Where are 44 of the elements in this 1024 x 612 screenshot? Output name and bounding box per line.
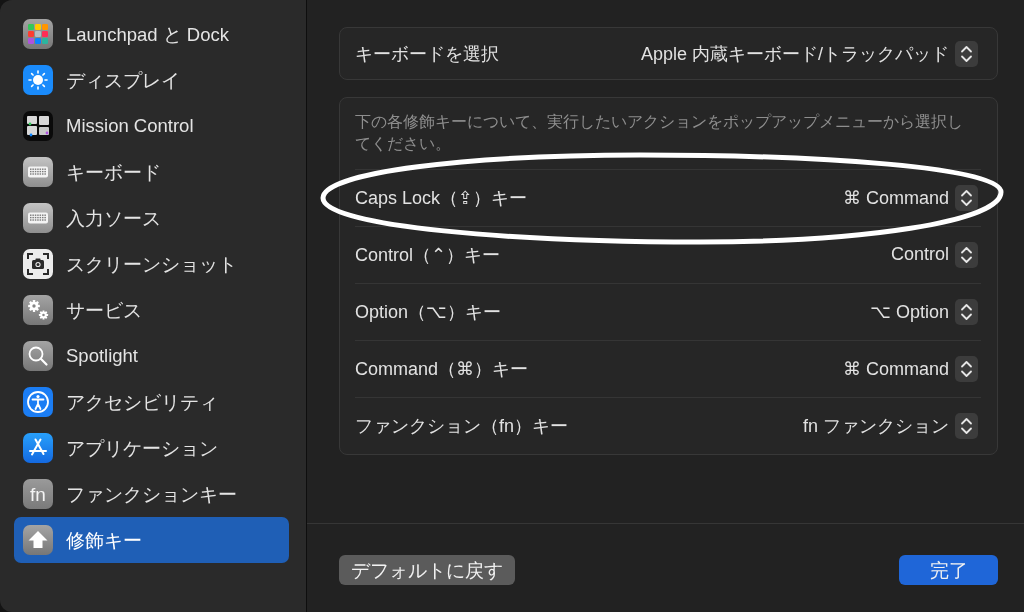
action-popup[interactable]: ⌥ Option [870, 298, 978, 325]
sidebar-item[interactable]: fn ファンクションキー [14, 471, 289, 517]
accessibility-icon [23, 387, 53, 417]
updown-chevron-icon [955, 40, 978, 67]
reset-button[interactable]: デフォルトに戻す [339, 555, 515, 585]
action-popup[interactable]: fn ファンクション [803, 412, 978, 439]
sidebar-item[interactable]: Launchpad と Dock [14, 11, 289, 57]
gears-icon [23, 295, 53, 325]
instruction-text: 下の各修飾キーについて、実行したいアクションをポップアップメニューから選択してください。 [354, 112, 964, 154]
sidebar-item[interactable]: Mission Control [14, 103, 289, 149]
windows-icon [23, 111, 53, 141]
sidebar-item[interactable]: スクリーンショット [14, 241, 289, 287]
action-popup[interactable]: ⌘ Command [842, 355, 978, 382]
modifier-label: Option（⌥）キー [355, 300, 501, 324]
sidebar-item[interactable]: Spotlight [14, 333, 289, 379]
sidebar-item[interactable]: 修飾キー [14, 517, 289, 563]
updown-chevron-icon [955, 355, 978, 382]
modifier-label: ファンクション（fn）キー [355, 414, 568, 438]
updown-chevron-icon [955, 298, 978, 325]
modifier-label: Control（⌃）キー [355, 243, 501, 267]
modifier-label: Caps Lock（⇪）キー [355, 186, 528, 210]
action-popup[interactable]: ⌘ Command [842, 184, 978, 211]
done-button[interactable]: 完了 [899, 555, 998, 585]
field-label: キーボードを選択 [355, 42, 499, 66]
keyboard-icon [23, 157, 53, 187]
sidebar-item[interactable]: サービス [14, 287, 289, 333]
keyboard-icon [23, 203, 53, 233]
fn-key-icon: fn [23, 479, 53, 509]
keyboard-popup[interactable]: Apple 内蔵キーボード/トラックパッド [640, 40, 978, 67]
sidebar-item[interactable]: キーボード [14, 149, 289, 195]
camera-icon [23, 249, 53, 279]
sidebar-item[interactable]: アプリケーション [14, 425, 289, 471]
sidebar-item[interactable]: アクセシビリティ [14, 379, 289, 425]
search-icon [23, 341, 53, 371]
sidebar-item[interactable]: ディスプレイ [14, 57, 289, 103]
action-popup[interactable]: Control [890, 241, 978, 268]
sun-icon [23, 65, 53, 95]
a-strokes-icon [23, 433, 53, 463]
updown-chevron-icon [955, 184, 978, 211]
app-grid-icon [23, 19, 53, 49]
modifier-label: Command（⌘）キー [355, 357, 529, 381]
updown-chevron-icon [955, 412, 978, 439]
updown-chevron-icon [955, 241, 978, 268]
sidebar-item[interactable]: 入力ソース [14, 195, 289, 241]
